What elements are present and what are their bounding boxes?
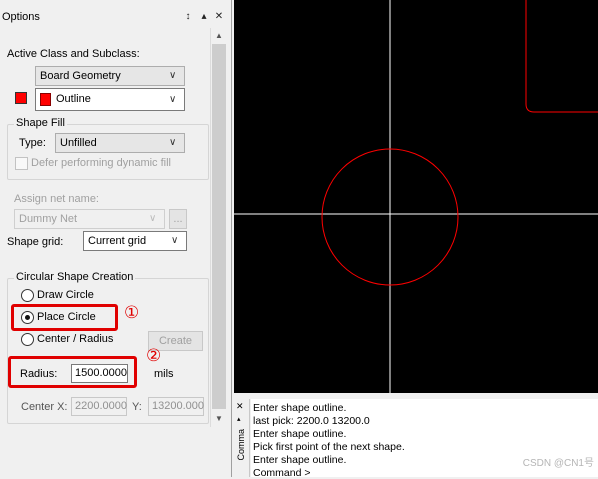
radius-unit: mils (154, 368, 174, 380)
assign-net-label: Assign net name: (14, 193, 99, 205)
chevron-down-icon: ∨ (169, 137, 177, 148)
class-dropdown[interactable]: Board Geometry ∨ (35, 66, 185, 86)
pin-icon[interactable]: ↕ (182, 11, 194, 23)
fill-type-label: Type: (19, 137, 46, 149)
up-arrow-icon[interactable]: ▴ (198, 11, 210, 23)
scroll-thumb[interactable] (212, 44, 226, 409)
board-outline-corner (525, 0, 598, 113)
close-icon[interactable]: ✕ (236, 401, 244, 412)
annotation-2: ② (146, 346, 162, 365)
place-circle-label: Place Circle (37, 311, 96, 323)
design-canvas[interactable] (234, 0, 598, 393)
radius-input[interactable]: 1500.0000 (71, 364, 128, 383)
defer-fill-label: Defer performing dynamic fill (31, 157, 171, 169)
center-x-label: Center X: (21, 401, 68, 413)
close-icon[interactable]: ✕ (213, 11, 225, 23)
command-line: Enter shape outline. (253, 402, 347, 414)
net-name-dropdown[interactable]: Dummy Net ∨ (14, 209, 165, 229)
class-value: Board Geometry (40, 70, 121, 82)
chevron-down-icon: ∨ (149, 213, 157, 224)
fill-type-value: Unfilled (60, 137, 97, 149)
watermark: CSDN @CN1号 (522, 458, 594, 469)
center-y-input[interactable]: 13200.000 (148, 397, 204, 416)
command-titlebar: ✕ ▴ Comma (234, 399, 250, 477)
scroll-down-icon[interactable]: ▼ (211, 411, 227, 427)
chevron-down-icon: ∨ (169, 94, 177, 105)
shape-grid-label: Shape grid: (7, 236, 64, 248)
place-circle-radio[interactable] (21, 311, 34, 324)
center-y-label: Y: (132, 401, 142, 413)
fill-type-dropdown[interactable]: Unfilled ∨ (55, 133, 185, 153)
defer-fill-checkbox[interactable] (15, 157, 28, 170)
command-line: Enter shape outline. (253, 454, 347, 466)
scroll-up-icon[interactable]: ▲ (211, 28, 227, 44)
circular-shape-title: Circular Shape Creation (14, 271, 136, 283)
panel-title: Options (2, 11, 40, 23)
subclass-color-icon (40, 93, 51, 106)
command-line: last pick: 2200.0 13200.0 (253, 415, 370, 427)
command-line: Enter shape outline. (253, 428, 347, 440)
center-x-input[interactable]: 2200.0000 (71, 397, 127, 416)
command-title: Comma (236, 429, 246, 461)
shape-grid-dropdown[interactable]: Current grid ∨ (83, 231, 187, 251)
net-name-value: Dummy Net (19, 213, 78, 225)
net-browse-button[interactable]: ... (169, 209, 187, 229)
active-class-label: Active Class and Subclass: (7, 48, 140, 60)
annotation-1: ① (124, 303, 140, 322)
up-arrow-icon[interactable]: ▴ (237, 415, 241, 423)
subclass-value: Outline (56, 93, 91, 105)
shape-grid-value: Current grid (88, 235, 147, 247)
radius-label: Radius: (20, 368, 58, 380)
shape-fill-title: Shape Fill (14, 117, 67, 129)
subclass-color-swatch[interactable] (15, 92, 27, 104)
options-panel: Options ↕ ▴ ✕ ▲ ▼ Active Class and Subcl… (0, 0, 232, 477)
options-titlebar: Options ↕ ▴ ✕ (0, 8, 230, 26)
canvas-drawing (234, 0, 598, 393)
options-scrollbar[interactable]: ▲ ▼ (210, 28, 226, 427)
command-line: Pick first point of the next shape. (253, 441, 405, 453)
chevron-down-icon: ∨ (171, 235, 179, 246)
chevron-down-icon: ∨ (169, 70, 177, 81)
command-output[interactable]: Enter shape outline. last pick: 2200.0 1… (251, 399, 598, 479)
center-radius-radio[interactable] (21, 333, 34, 346)
draw-circle-label: Draw Circle (37, 289, 94, 301)
draw-circle-radio[interactable] (21, 289, 34, 302)
subclass-dropdown[interactable]: Outline ∨ (35, 88, 185, 111)
center-radius-label: Center / Radius (37, 333, 114, 345)
command-prompt[interactable]: Command > (253, 467, 310, 479)
